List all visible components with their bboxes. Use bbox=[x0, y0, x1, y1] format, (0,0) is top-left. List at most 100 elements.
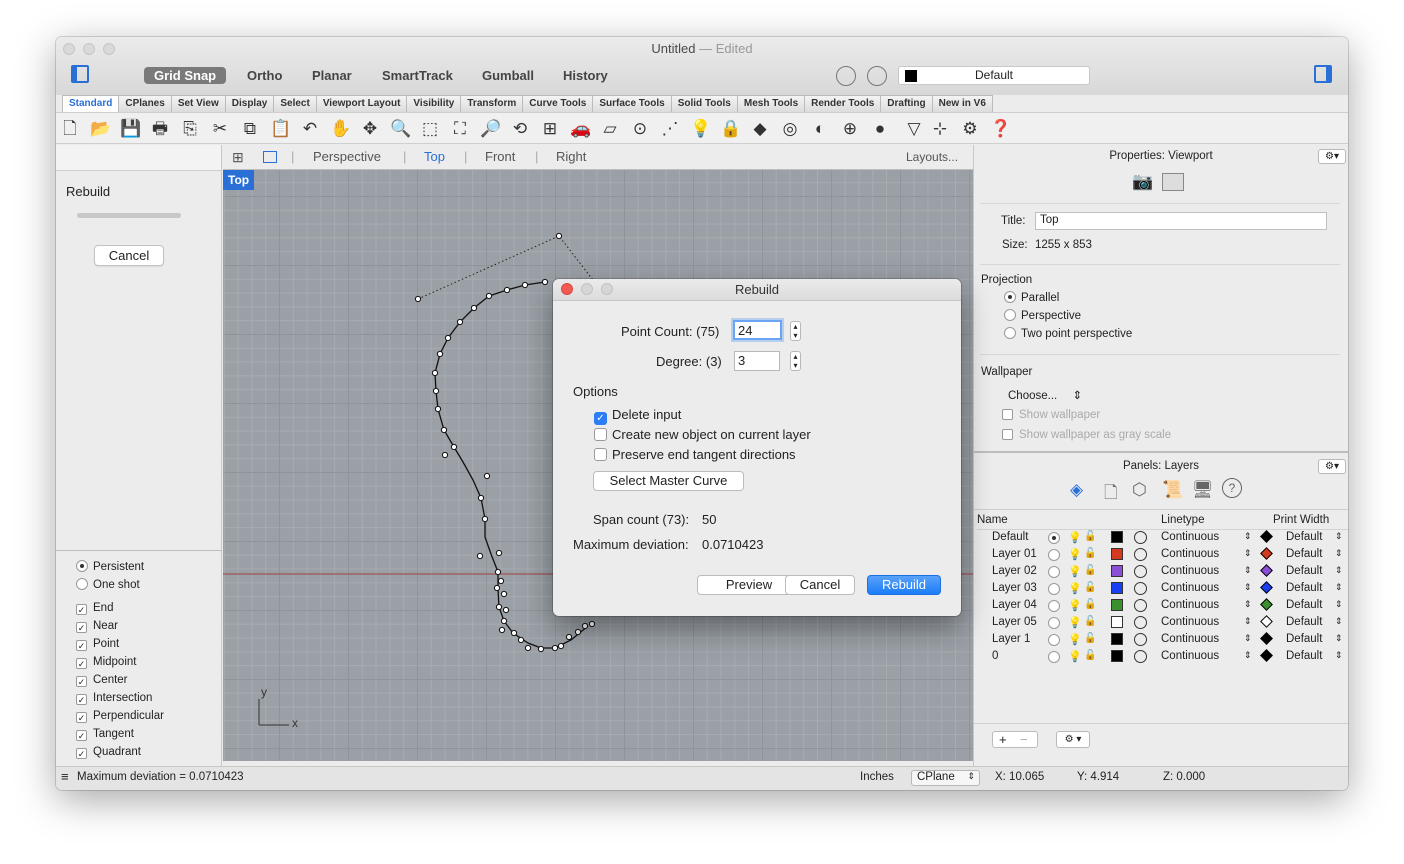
undo-icon[interactable]: ↶ bbox=[300, 119, 320, 139]
cplane-selector[interactable]: CPlane ⇕ bbox=[911, 770, 980, 786]
car-icon[interactable]: 🚗 bbox=[570, 119, 591, 139]
layer-color-swatch[interactable] bbox=[1111, 599, 1123, 611]
four-view-icon[interactable]: ⊞ bbox=[540, 119, 560, 139]
render-sphere-icon[interactable]: ● bbox=[870, 119, 890, 139]
layer-linetype[interactable]: Continuous bbox=[1161, 548, 1219, 560]
layer-row[interactable]: Layer 03 💡 🔓 Continuous ⇕ Default ⇕ bbox=[974, 581, 1348, 598]
layer-material-icon[interactable] bbox=[1134, 650, 1147, 663]
osnap-midpoint[interactable]: ✓ Midpoint bbox=[76, 655, 136, 669]
persistent-radio[interactable]: Persistent bbox=[76, 560, 144, 574]
layer-icon[interactable]: ◆ bbox=[750, 119, 770, 139]
document-icon[interactable]: 🗋 bbox=[1104, 480, 1118, 509]
pan-hand-icon[interactable]: ✋ bbox=[330, 119, 351, 139]
layer-material-icon[interactable] bbox=[1134, 582, 1147, 595]
delete-input-checkbox[interactable]: ✓ Delete input bbox=[594, 407, 681, 425]
point-count-input[interactable]: 24 bbox=[733, 320, 782, 340]
layer-print-color-icon[interactable] bbox=[1260, 615, 1273, 628]
projection-parallel-radio[interactable]: Parallel bbox=[1004, 291, 1059, 304]
copy-icon[interactable]: ⧉ bbox=[240, 119, 260, 139]
tab-new-in-v6[interactable]: New in V6 bbox=[931, 95, 993, 112]
tab-mesh-tools[interactable]: Mesh Tools bbox=[736, 95, 806, 112]
layer-row[interactable]: Layer 05 💡 🔓 Continuous ⇕ Default ⇕ bbox=[974, 615, 1348, 632]
print-width-popup-icon[interactable]: ⇕ bbox=[1335, 599, 1343, 610]
layer-row[interactable]: Default 💡 🔓 Continuous ⇕ Default ⇕ bbox=[974, 530, 1348, 547]
col-name-header[interactable]: Name bbox=[977, 514, 1008, 526]
color-wheel-icon[interactable]: ◎ bbox=[780, 119, 800, 139]
add-layer-icon[interactable]: + bbox=[999, 732, 1007, 747]
osnap-perpendicular[interactable]: ✓ Perpendicular bbox=[76, 709, 164, 723]
display-icon[interactable] bbox=[1162, 173, 1184, 191]
layer-visible-bulb-icon[interactable]: 💡 bbox=[1068, 616, 1082, 629]
layer-visible-bulb-icon[interactable]: 💡 bbox=[1068, 548, 1082, 561]
viewport-title-input[interactable]: Top bbox=[1035, 212, 1327, 230]
print-width-popup-icon[interactable]: ⇕ bbox=[1335, 531, 1343, 542]
layer-print-width[interactable]: Default bbox=[1286, 548, 1322, 560]
linetype-popup-icon[interactable]: ⇕ bbox=[1244, 650, 1252, 661]
osnap-end[interactable]: ✓ End bbox=[76, 601, 113, 615]
osnap-center[interactable]: ✓ Center bbox=[76, 673, 128, 687]
dialog-close-button[interactable] bbox=[561, 283, 573, 295]
properties-gear-icon[interactable]: ⚙▾ bbox=[1318, 149, 1346, 164]
layer-name[interactable]: Layer 03 bbox=[992, 582, 1037, 594]
layer-name[interactable]: Layer 04 bbox=[992, 599, 1037, 611]
layer-color-swatch[interactable] bbox=[1111, 548, 1123, 560]
tab-set-view[interactable]: Set View bbox=[170, 95, 226, 112]
four-viewports-icon[interactable]: ⊞ bbox=[232, 149, 244, 166]
layer-row[interactable]: Layer 02 💡 🔓 Continuous ⇕ Default ⇕ bbox=[974, 564, 1348, 581]
layer-lock-icon[interactable]: 🔓 bbox=[1084, 650, 1096, 661]
tab-cplanes[interactable]: CPlanes bbox=[118, 95, 172, 112]
layer-options-gear-icon[interactable]: ⚙ ▾ bbox=[1056, 731, 1090, 748]
zoom-window-icon[interactable]: ⬚ bbox=[420, 119, 440, 139]
linetype-popup-icon[interactable]: ⇕ bbox=[1244, 633, 1252, 644]
layer-print-width[interactable]: Default bbox=[1286, 599, 1322, 611]
layer-name[interactable]: Layer 01 bbox=[992, 548, 1037, 560]
rotate-view-icon[interactable]: ✥ bbox=[360, 119, 380, 139]
display-mode-icon[interactable]: ◐ bbox=[810, 119, 830, 139]
layers-gear-icon[interactable]: ⚙▾ bbox=[1318, 459, 1346, 474]
layer-print-color-icon[interactable] bbox=[1260, 598, 1273, 611]
layer-material-icon[interactable] bbox=[1134, 616, 1147, 629]
layer-material-icon[interactable] bbox=[1134, 548, 1147, 561]
light-icon[interactable]: 💡 bbox=[690, 119, 711, 139]
point-count-stepper[interactable]: ▴ ▾ bbox=[790, 321, 801, 341]
box-icon[interactable]: ⬡ bbox=[1132, 480, 1147, 500]
undo-view-icon[interactable]: ⟲ bbox=[510, 119, 530, 139]
layer-visible-bulb-icon[interactable]: 💡 bbox=[1068, 650, 1082, 663]
layer-print-width[interactable]: Default bbox=[1286, 565, 1322, 577]
osnap-quadrant[interactable]: ✓ Quadrant bbox=[76, 745, 141, 759]
layer-name[interactable]: Layer 1 bbox=[992, 633, 1030, 645]
tab-display[interactable]: Display bbox=[224, 95, 275, 112]
smarttrack-toggle[interactable]: SmartTrack bbox=[372, 67, 463, 84]
layer-color-swatch[interactable] bbox=[1111, 565, 1123, 577]
layer-row[interactable]: Layer 04 💡 🔓 Continuous ⇕ Default ⇕ bbox=[974, 598, 1348, 615]
layer-print-color-icon[interactable] bbox=[1260, 649, 1273, 662]
tab-visibility[interactable]: Visibility bbox=[406, 95, 462, 112]
projection-two-point-radio[interactable]: Two point perspective bbox=[1004, 327, 1132, 340]
tab-surface-tools[interactable]: Surface Tools bbox=[592, 95, 672, 112]
layer-print-color-icon[interactable] bbox=[1260, 547, 1273, 560]
single-viewport-icon[interactable] bbox=[263, 151, 277, 163]
grid-snap-toggle[interactable]: Grid Snap bbox=[144, 67, 227, 84]
layer-visible-bulb-icon[interactable]: 💡 bbox=[1068, 582, 1082, 595]
layer-material-icon[interactable] bbox=[1134, 565, 1147, 578]
analyze-icon[interactable]: ⊹ bbox=[930, 119, 950, 139]
layer-print-width[interactable]: Default bbox=[1286, 650, 1322, 662]
planar-toggle[interactable]: Planar bbox=[302, 67, 362, 84]
wireframe-sphere-icon[interactable]: ⊕ bbox=[840, 119, 860, 139]
new-object-current-layer-checkbox[interactable]: Create new object on current layer bbox=[594, 427, 811, 442]
tab-standard[interactable]: Standard bbox=[62, 95, 120, 112]
layer-lock-icon[interactable]: 🔓 bbox=[1084, 565, 1096, 576]
layer-color-swatch[interactable] bbox=[1111, 616, 1123, 628]
layer-visible-bulb-icon[interactable]: 💡 bbox=[1068, 633, 1082, 646]
linetype-popup-icon[interactable]: ⇕ bbox=[1244, 548, 1252, 559]
print-width-popup-icon[interactable]: ⇕ bbox=[1335, 616, 1343, 627]
layer-material-icon[interactable] bbox=[1134, 599, 1147, 612]
viewport-tab-top[interactable]: Top bbox=[424, 149, 445, 164]
degree-input[interactable]: 3 bbox=[734, 351, 780, 371]
print-width-popup-icon[interactable]: ⇕ bbox=[1335, 548, 1343, 559]
right-sidebar-toggle-icon[interactable] bbox=[1314, 65, 1332, 83]
viewport-tab-front[interactable]: Front bbox=[485, 149, 515, 164]
layer-print-width[interactable]: Default bbox=[1286, 616, 1322, 628]
print-width-popup-icon[interactable]: ⇕ bbox=[1335, 582, 1343, 593]
osnap-point[interactable]: ✓ Point bbox=[76, 637, 119, 651]
